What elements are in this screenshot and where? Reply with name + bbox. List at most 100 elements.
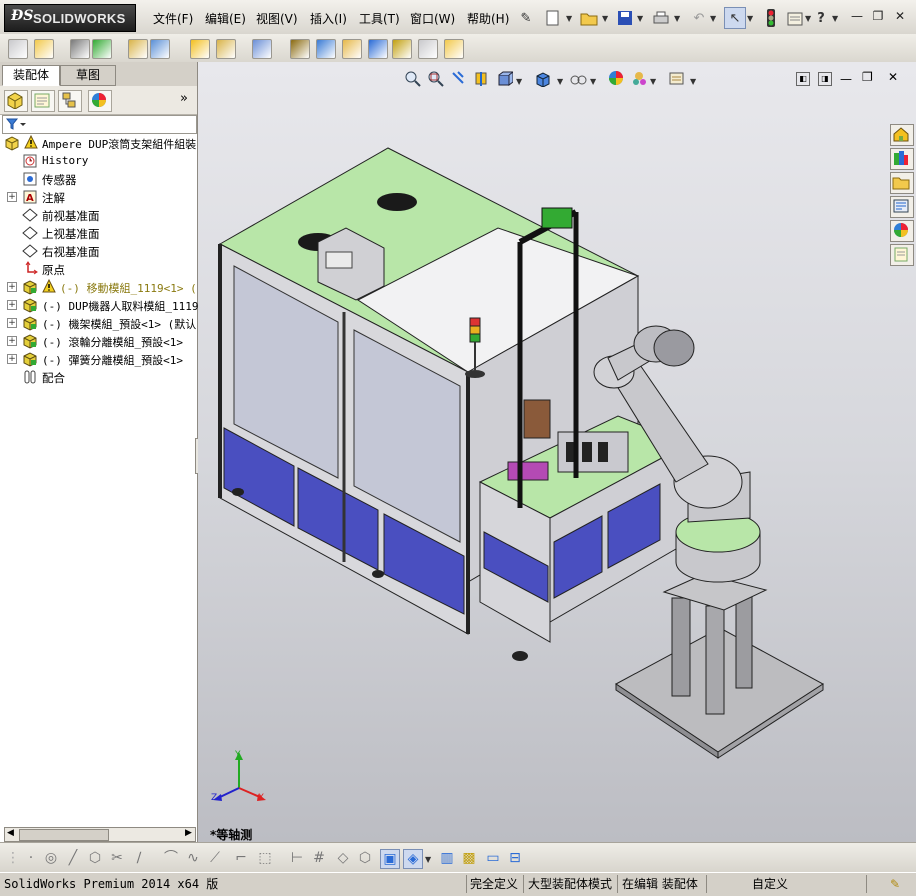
- select-pointer-button[interactable]: ↖: [724, 7, 746, 29]
- reference-geometry-icon[interactable]: [252, 39, 272, 59]
- scroll-right-icon[interactable]: ▶: [185, 828, 192, 838]
- file-explorer-icon[interactable]: [890, 172, 914, 194]
- window-split-icon[interactable]: ⊟: [506, 849, 524, 867]
- construction-line-icon[interactable]: ⟋: [206, 849, 224, 867]
- expand-toggle-icon[interactable]: +: [7, 354, 17, 364]
- centerline-icon[interactable]: ∕: [130, 849, 148, 867]
- scroll-left-icon[interactable]: ◀: [7, 828, 14, 838]
- window-tile-icon[interactable]: ▭: [484, 849, 502, 867]
- subassembly-icon: [22, 315, 38, 331]
- corner-icon[interactable]: ⌐: [232, 849, 250, 867]
- rebuild-traffic-light-icon[interactable]: [760, 7, 782, 29]
- expand-panel-icon[interactable]: »: [180, 91, 188, 106]
- property-manager-tab-icon[interactable]: [31, 90, 55, 112]
- save-button[interactable]: [614, 7, 636, 29]
- dimension-icon[interactable]: ⊢: [288, 849, 306, 867]
- sketch-toolbar: ⋮ · ◎ ╱ ⬡ ✂ ∕ ⌒ ∿ ⟋ ⌐ ⬚ ⊢ # ◇ ⬡ ▣ ◈ ▼ ▥ …: [0, 842, 916, 873]
- scroll-thumb[interactable]: [19, 829, 109, 841]
- options-button[interactable]: [784, 7, 806, 29]
- filter-input[interactable]: [2, 115, 197, 134]
- sketch-plane-icon[interactable]: ◇: [334, 849, 352, 867]
- grid-icon[interactable]: #: [310, 849, 328, 867]
- menu-insert[interactable]: 插入(I): [310, 10, 347, 27]
- units-custom[interactable]: 自定义: [752, 876, 788, 892]
- appearances-icon[interactable]: [890, 220, 914, 242]
- chevron-down-icon[interactable]: ▼: [674, 14, 680, 23]
- tab-assembly[interactable]: 装配体: [2, 65, 60, 86]
- chevron-down-icon[interactable]: ▼: [425, 855, 431, 864]
- configuration-manager-tab-icon[interactable]: [58, 90, 82, 112]
- chevron-down-icon[interactable]: ▼: [602, 14, 608, 23]
- move-component-icon[interactable]: [150, 39, 170, 59]
- menu-tools[interactable]: 工具(T): [359, 10, 400, 27]
- show-hidden-icon[interactable]: [190, 39, 210, 59]
- feature-manager-tab-icon[interactable]: [4, 90, 28, 112]
- pin-icon[interactable]: ✎: [515, 7, 537, 29]
- spline-icon[interactable]: ∿: [184, 849, 202, 867]
- print-button[interactable]: [650, 7, 672, 29]
- mate-icon[interactable]: [70, 39, 90, 59]
- menu-file[interactable]: 文件(F): [153, 10, 193, 27]
- history-icon: [22, 153, 38, 169]
- expand-toggle-icon[interactable]: +: [7, 318, 17, 328]
- trim-icon[interactable]: ✂: [108, 849, 126, 867]
- expand-toggle-icon[interactable]: +: [7, 300, 17, 310]
- home-icon[interactable]: [890, 124, 914, 146]
- tab-sketch[interactable]: 草图: [60, 65, 116, 86]
- display-manager-tab-icon[interactable]: [88, 90, 112, 112]
- clearance-icon[interactable]: [418, 39, 438, 59]
- shaded-with-edges-button[interactable]: ◈: [403, 849, 423, 869]
- polygon-icon[interactable]: ⬡: [86, 849, 104, 867]
- dotted-rect-icon[interactable]: ⬚: [256, 849, 274, 867]
- expand-toggle-icon[interactable]: +: [7, 192, 17, 202]
- insert-component-icon[interactable]: ▥: [438, 849, 456, 867]
- smart-fasteners-icon[interactable]: [128, 39, 148, 59]
- assembly-features-icon[interactable]: [216, 39, 236, 59]
- exploded-view-icon[interactable]: [342, 39, 362, 59]
- expand-toggle-icon[interactable]: +: [7, 336, 17, 346]
- tooltip-lamp-icon[interactable]: ✎: [890, 876, 900, 892]
- cube-outline-icon[interactable]: ⬡: [356, 849, 374, 867]
- menu-view[interactable]: 视图(V): [256, 10, 298, 27]
- warning-icon: [42, 278, 58, 295]
- horizontal-scrollbar[interactable]: ◀ ▶: [4, 827, 196, 842]
- view-palette-icon[interactable]: [890, 196, 914, 218]
- undo-icon[interactable]: ↶: [688, 7, 710, 29]
- menu-help[interactable]: 帮助(H): [467, 10, 509, 27]
- graphics-area[interactable]: ▼ ▼ ▼ ▼ ▼ ◧ ◨ — ❐ ✕ Y X Z *等轴测: [198, 62, 916, 842]
- instant3d-icon[interactable]: [444, 39, 464, 59]
- chevron-down-icon[interactable]: ▼: [637, 14, 643, 23]
- design-library-icon[interactable]: [890, 148, 914, 170]
- definition-status: 完全定义: [470, 877, 519, 891]
- point-icon[interactable]: ·: [22, 849, 40, 867]
- minimize-icon[interactable]: —: [850, 9, 864, 23]
- bill-of-materials-icon[interactable]: [316, 39, 336, 59]
- linear-pattern-icon[interactable]: [92, 39, 112, 59]
- restore-icon[interactable]: ❐: [871, 9, 885, 23]
- chevron-down-icon[interactable]: ▼: [832, 14, 838, 23]
- new-document-button[interactable]: [542, 7, 564, 29]
- cad-assembly-model[interactable]: [198, 62, 916, 842]
- explode-line-sketch-icon[interactable]: [368, 39, 388, 59]
- circle-icon[interactable]: ◎: [42, 849, 60, 867]
- custom-properties-icon[interactable]: [890, 244, 914, 266]
- new-part-icon[interactable]: [34, 39, 54, 59]
- chevron-down-icon[interactable]: ▼: [566, 14, 572, 23]
- interference-check-icon[interactable]: [392, 39, 412, 59]
- plane-icon: [22, 225, 38, 241]
- expand-toggle-icon[interactable]: +: [7, 282, 17, 292]
- mate-icon[interactable]: ▩: [460, 849, 478, 867]
- line-icon[interactable]: ╱: [64, 849, 82, 867]
- solidworks-logo[interactable]: ƉS SOLIDWORKS: [4, 4, 136, 32]
- help-icon[interactable]: ?: [810, 7, 832, 29]
- chevron-down-icon[interactable]: ▼: [747, 14, 753, 23]
- insert-components-icon[interactable]: [8, 39, 28, 59]
- chevron-down-icon[interactable]: ▼: [710, 14, 716, 23]
- close-icon[interactable]: ✕: [893, 9, 907, 23]
- open-folder-button[interactable]: [578, 7, 600, 29]
- menu-edit[interactable]: 编辑(E): [205, 10, 246, 27]
- arc-icon[interactable]: ⌒: [162, 849, 180, 867]
- new-motion-study-icon[interactable]: [290, 39, 310, 59]
- shaded-view-button[interactable]: ▣: [380, 849, 400, 869]
- menu-window[interactable]: 窗口(W): [410, 10, 455, 27]
